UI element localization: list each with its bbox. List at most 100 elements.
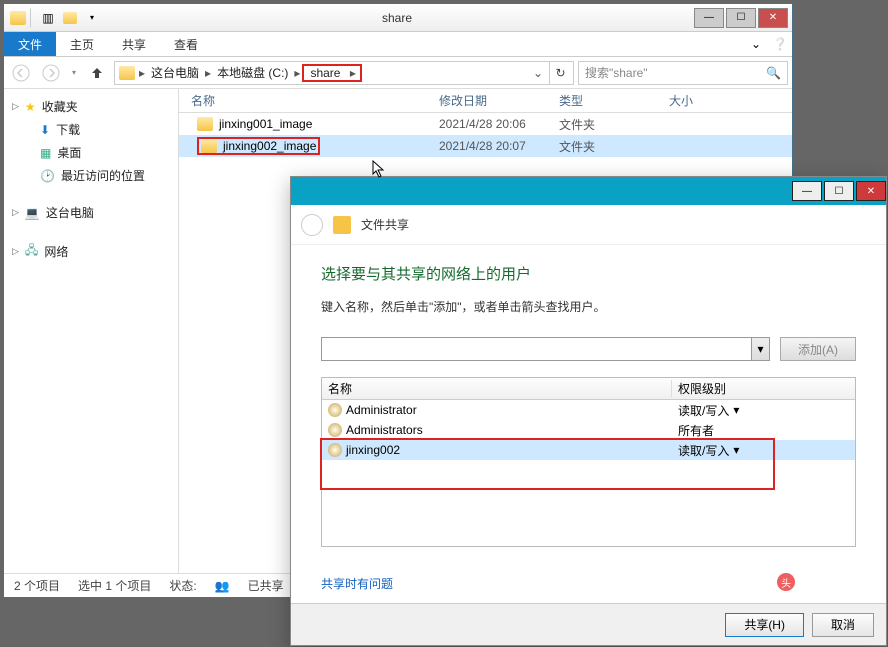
dialog-minimize-button[interactable]: — [792,181,822,201]
status-count: 2 个项目 [14,577,60,594]
properties-icon[interactable]: ▥ [38,8,58,28]
sidebar-recent[interactable]: 🕑 最近访问的位置 [4,164,178,187]
dialog-footer: 共享(H) 取消 [291,603,886,645]
perm-col-level[interactable]: 权限级别 [672,380,855,397]
collapse-icon[interactable]: ▷ [12,207,19,218]
column-headers: 名称 修改日期 类型 大小 [179,89,792,113]
share-folder-icon [333,216,351,234]
ribbon-tabs: 文件 主页 共享 查看 ⌄ ❔ [4,32,792,57]
col-size[interactable]: 大小 [669,92,739,109]
window-controls: — ☐ ✕ [692,8,788,28]
file-type: 文件夹 [559,116,669,133]
crumb-folder[interactable]: share [306,64,344,82]
dialog-maximize-button[interactable]: ☐ [824,181,854,201]
trouble-link[interactable]: 共享时有问题 [321,575,393,592]
sidebar-favorites[interactable]: ▷ ★ 收藏夹 [4,95,178,118]
tab-share[interactable]: 共享 [108,32,160,56]
sidebar-this-pc[interactable]: ▷ 💻 这台电脑 [4,201,178,224]
search-placeholder: 搜索"share" [585,64,766,81]
address-dropdown-icon[interactable]: ⌄ [527,66,549,80]
sidebar-network[interactable]: ▷ 🖧 网络 [4,238,178,265]
maximize-button[interactable]: ☐ [726,8,756,28]
tab-view[interactable]: 查看 [160,32,212,56]
recent-icon: 🕑 [40,169,55,183]
ribbon-expand-icon[interactable]: ⌄ [744,32,768,56]
file-type: 文件夹 [559,138,669,155]
chevron-right-icon[interactable]: ▸ [348,66,358,80]
search-input[interactable]: 搜索"share" 🔍 [578,61,788,85]
recent-dropdown-icon[interactable]: ▾ [68,60,80,86]
perm-level: 读取/写入 [678,402,729,419]
user-combobox[interactable]: ▾ [321,337,770,361]
chevron-down-icon[interactable]: ▾ [751,338,769,360]
network-icon: 🖧 [25,241,38,262]
perm-user: Administrator [346,403,417,417]
address-field[interactable]: ▸ 这台电脑 ▸ 本地磁盘 (C:) ▸ share ▸ ⌄ ↻ [114,61,574,85]
desktop-icon: ▦ [40,146,51,160]
permissions-table: 名称 权限级别 Administrator 读取/写入 ▾ Administrat… [321,377,856,547]
star-icon: ★ [25,100,36,114]
user-icon [328,403,342,417]
chevron-right-icon[interactable]: ▸ [137,66,147,80]
refresh-icon[interactable]: ↻ [549,62,571,84]
back-button[interactable] [8,60,34,86]
crumb-pc[interactable]: 这台电脑 [147,62,203,83]
file-row[interactable]: jinxing001_image 2021/4/28 20:06 文件夹 [179,113,792,135]
folder-icon [197,117,213,131]
col-date[interactable]: 修改日期 [439,92,559,109]
sidebar-label: 网络 [44,243,68,260]
tab-file[interactable]: 文件 [4,32,56,56]
watermark-text: 头条 @知行0IT [801,574,882,591]
collapse-icon[interactable]: ▷ [12,246,19,257]
folder-icon[interactable] [8,8,28,28]
watermark-icon: 头 [777,573,795,591]
status-shared: 已共享 [248,577,284,594]
col-type[interactable]: 类型 [559,92,669,109]
chevron-down-icon[interactable]: ▾ [733,403,739,417]
computer-icon: 💻 [25,206,40,220]
quick-access-toolbar: ▥ ▾ [8,8,102,28]
users-icon [328,423,342,437]
qat-dropdown-icon[interactable]: ▾ [82,8,102,28]
sidebar-desktop[interactable]: ▦ 桌面 [4,141,178,164]
file-date: 2021/4/28 20:07 [439,139,559,153]
shared-icon: 👥 [215,579,230,593]
search-icon[interactable]: 🔍 [766,66,781,80]
file-row[interactable]: jinxing002_image 2021/4/28 20:07 文件夹 [179,135,792,157]
help-icon[interactable]: ❔ [768,32,792,56]
status-state-label: 状态: [169,577,196,594]
perm-row[interactable]: Administrators 所有者 [322,420,855,440]
forward-button[interactable] [38,60,64,86]
folder-icon [201,139,217,153]
col-name[interactable]: 名称 [179,92,439,109]
dialog-heading: 选择要与其共享的网络上的用户 [321,263,856,284]
window-title: share [102,11,692,25]
status-selected: 选中 1 个项目 [78,577,151,594]
sidebar-label: 最近访问的位置 [61,167,145,184]
cancel-button[interactable]: 取消 [812,613,874,637]
highlight-box: jinxing002_image [197,137,320,155]
dialog-close-button[interactable]: ✕ [856,181,886,201]
close-button[interactable]: ✕ [758,8,788,28]
tab-home[interactable]: 主页 [56,32,108,56]
titlebar: ▥ ▾ share — ☐ ✕ [4,4,792,32]
new-folder-icon[interactable] [60,8,80,28]
location-folder-icon [119,66,135,80]
up-button[interactable] [84,60,110,86]
minimize-button[interactable]: — [694,8,724,28]
share-button[interactable]: 共享(H) [725,613,804,637]
collapse-icon[interactable]: ▷ [12,101,19,112]
download-icon: ⬇ [40,123,50,137]
add-button[interactable]: 添加(A) [780,337,856,361]
sidebar-label: 收藏夹 [42,98,78,115]
qat-separator [30,8,36,28]
sidebar-downloads[interactable]: ⬇ 下载 [4,118,178,141]
file-date: 2021/4/28 20:06 [439,117,559,131]
chevron-right-icon[interactable]: ▸ [203,66,213,80]
perm-col-name[interactable]: 名称 [322,380,672,397]
crumb-drive[interactable]: 本地磁盘 (C:) [213,62,292,83]
perm-row[interactable]: Administrator 读取/写入 ▾ [322,400,855,420]
back-icon[interactable] [301,214,323,236]
chevron-right-icon[interactable]: ▸ [292,66,302,80]
dialog-description: 键入名称，然后单击"添加"，或者单击箭头查找用户。 [321,298,856,315]
